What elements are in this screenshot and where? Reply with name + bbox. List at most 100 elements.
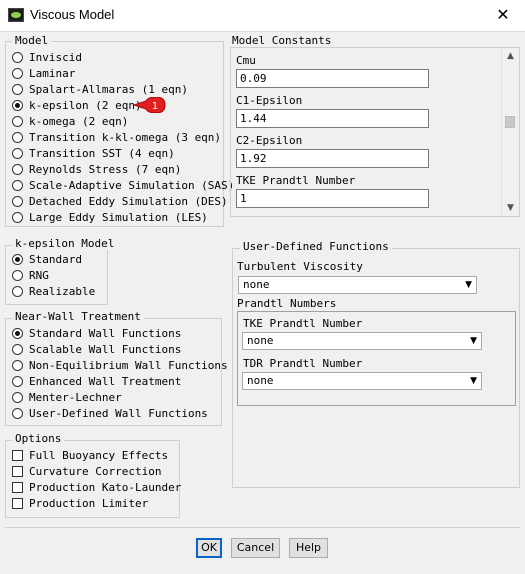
near-wall-radio-menter-lechner[interactable]: Menter-Lechner xyxy=(12,390,122,406)
constant-input-c1-epsilon[interactable]: 1.44 xyxy=(236,109,429,128)
radio-label: Scale-Adaptive Simulation (SAS) xyxy=(29,179,235,192)
radio-label: Non-Equilibrium Wall Functions xyxy=(29,359,228,372)
near-wall-radio-enhanced-wall-treatment[interactable]: Enhanced Wall Treatment xyxy=(12,374,181,390)
scroll-up-icon[interactable]: ▲ xyxy=(503,50,518,62)
near-wall-radio-non-equilibrium-wall-functions[interactable]: Non-Equilibrium Wall Functions xyxy=(12,358,228,374)
radio-icon[interactable] xyxy=(12,376,23,387)
ke-radio-realizable[interactable]: Realizable xyxy=(12,284,95,300)
radio-icon[interactable] xyxy=(12,360,23,371)
tdr-prandtl-value: none xyxy=(247,374,274,387)
radio-icon[interactable] xyxy=(12,344,23,355)
model-radio-k-epsilon-2-eqn[interactable]: k-epsilon (2 eqn) xyxy=(12,98,142,114)
tke-prandtl-select[interactable]: none ▼ xyxy=(242,332,482,350)
near-wall-legend: Near-Wall Treatment xyxy=(12,311,144,323)
checkbox-icon[interactable] xyxy=(12,466,23,477)
model-radio-laminar[interactable]: Laminar xyxy=(12,66,75,82)
annotation-pointer: 1 xyxy=(134,97,166,113)
tke-prandtl-label: TKE Prandtl Number xyxy=(243,317,363,330)
radio-label: Reynolds Stress (7 eqn) xyxy=(29,163,182,176)
radio-icon[interactable] xyxy=(12,254,23,265)
radio-label: k-epsilon (2 eqn) xyxy=(29,99,142,112)
radio-icon[interactable] xyxy=(12,328,23,339)
radio-icon[interactable] xyxy=(12,212,23,223)
checkbox-label: Production Kato-Launder xyxy=(29,481,182,494)
model-radio-k-omega-2-eqn[interactable]: k-omega (2 eqn) xyxy=(12,114,128,130)
radio-icon[interactable] xyxy=(12,286,23,297)
tdr-prandtl-select[interactable]: none ▼ xyxy=(242,372,482,390)
radio-icon[interactable] xyxy=(12,84,23,95)
options-legend: Options xyxy=(12,433,65,445)
checkbox-icon[interactable] xyxy=(12,498,23,509)
near-wall-radio-scalable-wall-functions[interactable]: Scalable Wall Functions xyxy=(12,342,181,358)
help-button[interactable]: Help xyxy=(289,538,328,558)
model-radio-reynolds-stress-7-eqn[interactable]: Reynolds Stress (7 eqn) xyxy=(12,162,181,178)
ke-radio-standard[interactable]: Standard xyxy=(12,252,82,268)
radio-label: Realizable xyxy=(29,285,96,298)
checkbox-curvature-correction[interactable]: Curvature Correction xyxy=(12,464,161,480)
checkbox-full-buoyancy-effects[interactable]: Full Buoyancy Effects xyxy=(12,448,168,464)
tke-prandtl-value: none xyxy=(247,334,274,347)
checkbox-label: Curvature Correction xyxy=(29,465,162,478)
radio-label: Menter-Lechner xyxy=(29,391,122,404)
close-icon[interactable]: ✕ xyxy=(485,2,521,28)
radio-label: k-omega (2 eqn) xyxy=(29,115,129,128)
constant-input-tke-prandtl-number[interactable]: 1 xyxy=(236,189,429,208)
model-radio-spalart-allmaras-1-eqn[interactable]: Spalart-Allmaras (1 eqn) xyxy=(12,82,188,98)
k-epsilon-legend: k-epsilon Model xyxy=(12,238,118,250)
near-wall-radio-standard-wall-functions[interactable]: Standard Wall Functions xyxy=(12,326,181,342)
turbulent-viscosity-label: Turbulent Viscosity xyxy=(237,260,363,273)
checkbox-icon[interactable] xyxy=(12,450,23,461)
title-bar: Viscous Model ✕ xyxy=(0,0,525,31)
scroll-down-icon[interactable]: ▼ xyxy=(503,202,518,214)
turbulent-viscosity-select[interactable]: none ▼ xyxy=(238,276,477,294)
ok-button[interactable]: OK xyxy=(196,538,222,558)
chevron-down-icon: ▼ xyxy=(470,376,477,386)
radio-label: Transition k-kl-omega (3 eqn) xyxy=(29,131,222,144)
model-constants-legend: Model Constants xyxy=(229,35,335,47)
radio-label: Scalable Wall Functions xyxy=(29,343,182,356)
window-title: Viscous Model xyxy=(30,7,115,22)
udf-legend: User-Defined Functions xyxy=(240,241,392,253)
near-wall-radio-user-defined-wall-functions[interactable]: User-Defined Wall Functions xyxy=(12,406,208,422)
radio-icon[interactable] xyxy=(12,148,23,159)
radio-icon[interactable] xyxy=(12,68,23,79)
radio-icon[interactable] xyxy=(12,100,23,111)
tdr-prandtl-label: TDR Prandtl Number xyxy=(243,357,363,370)
model-radio-transition-k-kl-omega-3-eqn[interactable]: Transition k-kl-omega (3 eqn) xyxy=(12,130,221,146)
constant-input-cmu[interactable]: 0.09 xyxy=(236,69,429,88)
model-radio-transition-sst-4-eqn[interactable]: Transition SST (4 eqn) xyxy=(12,146,175,162)
radio-icon[interactable] xyxy=(12,392,23,403)
annotation-number: 1 xyxy=(152,101,158,112)
radio-label: Standard xyxy=(29,253,82,266)
constants-scrollbar[interactable]: ▲ ▼ xyxy=(501,48,519,216)
radio-icon[interactable] xyxy=(12,270,23,281)
checkbox-production-limiter[interactable]: Production Limiter xyxy=(12,496,148,512)
ke-radio-rng[interactable]: RNG xyxy=(12,268,49,284)
radio-label: RNG xyxy=(29,269,49,282)
checkbox-icon[interactable] xyxy=(12,482,23,493)
turbulent-viscosity-value: none xyxy=(243,278,270,291)
radio-icon[interactable] xyxy=(12,132,23,143)
constant-input-c2-epsilon[interactable]: 1.92 xyxy=(236,149,429,168)
radio-label: User-Defined Wall Functions xyxy=(29,407,208,420)
radio-icon[interactable] xyxy=(12,52,23,63)
model-radio-inviscid[interactable]: Inviscid xyxy=(12,50,82,66)
model-radio-detached-eddy-simulation-des[interactable]: Detached Eddy Simulation (DES) xyxy=(12,194,228,210)
radio-icon[interactable] xyxy=(12,116,23,127)
cancel-button[interactable]: Cancel xyxy=(231,538,280,558)
chevron-down-icon: ▼ xyxy=(465,280,472,290)
constant-label-c1-epsilon: C1-Epsilon xyxy=(236,94,303,107)
constant-label-c2-epsilon: C2-Epsilon xyxy=(236,134,303,147)
constant-label-cmu: Cmu xyxy=(236,54,256,67)
radio-label: Inviscid xyxy=(29,51,82,64)
radio-icon[interactable] xyxy=(12,164,23,175)
model-legend: Model xyxy=(12,35,52,47)
model-radio-large-eddy-simulation-les[interactable]: Large Eddy Simulation (LES) xyxy=(12,210,208,226)
model-constants-panel: Cmu 0.09 C1-Epsilon 1.44 C2-Epsilon 1.92 TKE P… xyxy=(230,47,520,217)
model-radio-scale-adaptive-simulation-sas[interactable]: Scale-Adaptive Simulation (SAS) xyxy=(12,178,234,194)
checkbox-production-kato-launder[interactable]: Production Kato-Launder xyxy=(12,480,181,496)
radio-icon[interactable] xyxy=(12,180,23,191)
radio-icon[interactable] xyxy=(12,196,23,207)
scroll-thumb[interactable] xyxy=(505,116,515,128)
radio-icon[interactable] xyxy=(12,408,23,419)
